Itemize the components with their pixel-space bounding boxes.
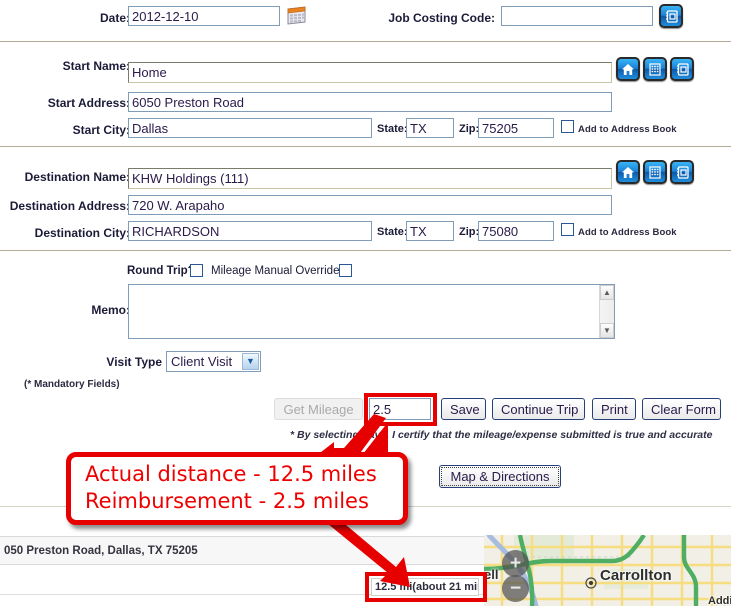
address-book-glyph <box>661 6 681 26</box>
destination-add-to-address-book-label: Add to Address Book <box>578 227 677 238</box>
destination-zip-input[interactable] <box>478 221 554 241</box>
mileage-entry-form: Date: Job Costing Code: St <box>0 0 731 606</box>
start-address-input[interactable] <box>128 92 612 112</box>
start-add-to-address-book-label: Add to Address Book <box>578 124 677 135</box>
round-trip-label: Round Trip? <box>127 265 195 277</box>
map-zoom-out-button[interactable]: − <box>502 575 529 602</box>
map-city-label-carrollton: Carrollton <box>600 567 672 584</box>
memo-field[interactable]: ▲ ▼ <box>128 284 615 339</box>
divider-1 <box>0 41 731 42</box>
clear-form-button[interactable]: Clear Form <box>642 398 721 420</box>
city-marker-icon <box>585 577 597 589</box>
map-viewport[interactable]: Carrollton ell Addi + − <box>484 535 731 606</box>
job-costing-code-input[interactable] <box>501 6 653 26</box>
start-address-label: Start Address: <box>47 96 130 110</box>
annotation-line-2: Reimbursement - 2.5 miles <box>85 488 369 513</box>
address-book-icon-destination[interactable] <box>670 160 694 184</box>
start-state-input[interactable] <box>406 118 454 138</box>
mileage-input[interactable] <box>369 398 431 420</box>
destination-add-to-address-book-checkbox[interactable] <box>561 223 574 236</box>
start-name-label: Start Name: <box>62 59 130 73</box>
destination-address-input[interactable] <box>128 195 612 215</box>
visit-type-value: Client Visit <box>171 354 233 369</box>
memo-textarea[interactable] <box>129 285 599 338</box>
destination-address-label: Destination Address: <box>9 199 130 213</box>
address-book-glyph <box>672 162 692 182</box>
memo-label: Memo: <box>91 303 130 317</box>
visit-type-label: Visit Type <box>106 355 162 369</box>
scroll-up-icon[interactable]: ▲ <box>600 285 614 300</box>
get-mileage-button[interactable]: Get Mileage <box>274 398 363 420</box>
annotation-line-1: Actual distance - 12.5 miles <box>85 462 377 487</box>
building-icon-destination[interactable] <box>643 160 667 184</box>
map-directions-button[interactable]: Map & Directions <box>439 465 561 488</box>
mandatory-fields-note: (* Mandatory Fields) <box>24 379 120 390</box>
memo-scrollbar[interactable]: ▲ ▼ <box>599 285 614 338</box>
distance-duration-badge: 12.5 mi(about 21 mins) <box>371 578 479 596</box>
destination-state-input[interactable] <box>406 221 454 241</box>
destination-city-input[interactable] <box>128 221 372 241</box>
address-book-glyph <box>672 59 692 79</box>
destination-name-input[interactable] <box>128 168 612 189</box>
annotation-callout: Actual distance - 12.5 miles Reimburseme… <box>66 452 408 525</box>
scroll-down-icon[interactable]: ▼ <box>600 323 614 338</box>
mileage-manual-override-label: Mileage Manual Override? <box>211 265 346 277</box>
start-zip-label: Zip: <box>459 123 480 135</box>
building-glyph <box>645 162 665 182</box>
destination-zip-label: Zip: <box>459 226 480 238</box>
start-city-label: Start City: <box>72 123 130 137</box>
continue-trip-button[interactable]: Continue Trip <box>492 398 585 420</box>
start-name-input[interactable] <box>128 62 612 83</box>
date-input[interactable] <box>128 6 280 26</box>
round-trip-checkbox[interactable] <box>190 264 203 277</box>
start-zip-input[interactable] <box>478 118 554 138</box>
building-glyph <box>645 59 665 79</box>
visit-type-select[interactable]: Client Visit ▼ <box>166 351 261 372</box>
address-book-icon[interactable] <box>659 4 683 28</box>
building-icon[interactable] <box>643 57 667 81</box>
map-city-label-fragment-left: ell <box>484 567 499 582</box>
certification-note: * By selecting Save, I certify that the … <box>290 429 713 441</box>
destination-city-label: Destination City: <box>34 226 130 240</box>
print-button[interactable]: Print <box>592 398 636 420</box>
start-state-label: State: <box>377 123 408 135</box>
calendar-icon[interactable] <box>286 5 308 25</box>
start-add-to-address-book-checkbox[interactable] <box>561 120 574 133</box>
start-city-input[interactable] <box>128 118 372 138</box>
home-icon-destination[interactable] <box>616 160 640 184</box>
map-city-label-fragment-right: Addi <box>708 595 731 606</box>
divider-3 <box>0 250 731 251</box>
home-icon[interactable] <box>616 57 640 81</box>
home-glyph <box>618 162 638 182</box>
destination-state-label: State: <box>377 226 408 238</box>
home-glyph <box>618 59 638 79</box>
destination-name-label: Destination Name: <box>24 170 130 184</box>
map-zoom-in-button[interactable]: + <box>502 550 529 577</box>
divider-2 <box>0 146 731 147</box>
mileage-manual-override-checkbox[interactable] <box>339 264 352 277</box>
date-label: Date: <box>99 11 130 25</box>
address-book-icon-start[interactable] <box>670 57 694 81</box>
trip-address-text: 050 Preston Road, Dallas, TX 75205 <box>4 544 198 557</box>
save-button[interactable]: Save <box>441 398 486 420</box>
chevron-down-icon[interactable]: ▼ <box>242 353 259 370</box>
job-costing-code-label: Job Costing Code: <box>388 11 495 25</box>
